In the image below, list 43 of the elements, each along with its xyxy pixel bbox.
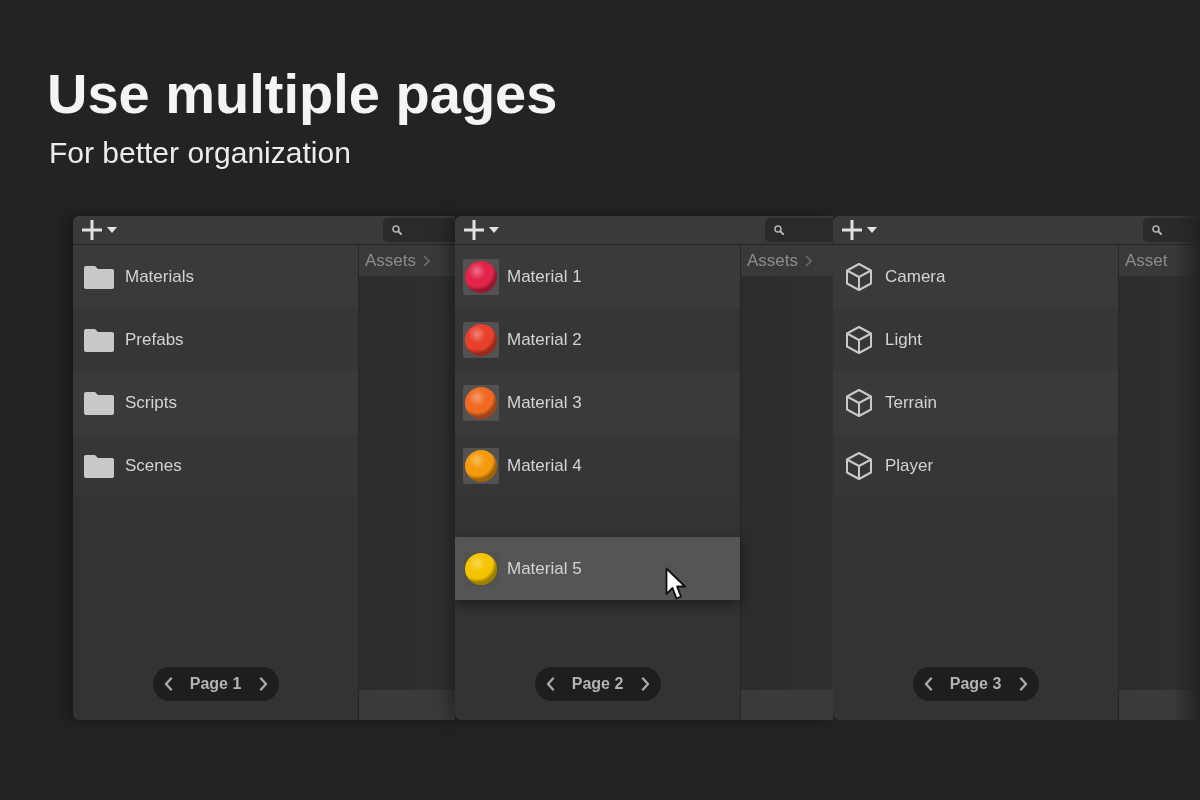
cube-icon <box>844 324 874 355</box>
folder-icon <box>84 453 114 478</box>
chevron-right-icon <box>258 677 268 691</box>
folder-row[interactable]: Materials <box>73 245 358 308</box>
chevron-right-icon <box>1018 677 1028 691</box>
object-row[interactable]: Camera <box>833 245 1118 308</box>
cursor-icon <box>665 567 687 601</box>
chevron-left-icon <box>163 677 173 691</box>
plus-icon <box>464 220 484 240</box>
headline: Use multiple pages <box>47 62 558 126</box>
caret-icon <box>489 227 499 233</box>
folder-icon <box>84 327 114 352</box>
material-row[interactable]: Material 5 <box>455 537 740 600</box>
search-field[interactable] <box>383 218 455 242</box>
search-icon <box>392 225 402 235</box>
page-label: Page 2 <box>571 675 624 693</box>
add-button[interactable] <box>464 220 499 240</box>
add-button[interactable] <box>842 220 877 240</box>
caret-icon <box>107 227 117 233</box>
plus-icon <box>842 220 862 240</box>
search-field[interactable] <box>765 218 833 242</box>
cube-icon <box>844 387 874 418</box>
page-label: Page 3 <box>949 675 1002 693</box>
object-row[interactable]: Terrain <box>833 371 1118 434</box>
material-row[interactable]: Material 1 <box>455 245 740 308</box>
material-row[interactable]: Material 3 <box>455 371 740 434</box>
add-button[interactable] <box>82 220 117 240</box>
chevron-left-icon <box>923 677 933 691</box>
caret-icon <box>867 227 877 233</box>
chevron-icon <box>423 254 431 267</box>
page-label: Page 1 <box>189 675 242 693</box>
chevron-icon <box>805 254 813 267</box>
chevron-left-icon <box>545 677 555 691</box>
plus-icon <box>82 220 102 240</box>
search-icon <box>1152 225 1162 235</box>
chevron-right-icon <box>640 677 650 691</box>
search-icon <box>774 225 784 235</box>
subheading: For better organization <box>49 135 351 171</box>
folder-row[interactable]: Scripts <box>73 371 358 434</box>
folder-icon <box>84 264 114 289</box>
cube-icon <box>844 261 874 292</box>
cube-icon <box>844 450 874 481</box>
folder-icon <box>84 390 114 415</box>
